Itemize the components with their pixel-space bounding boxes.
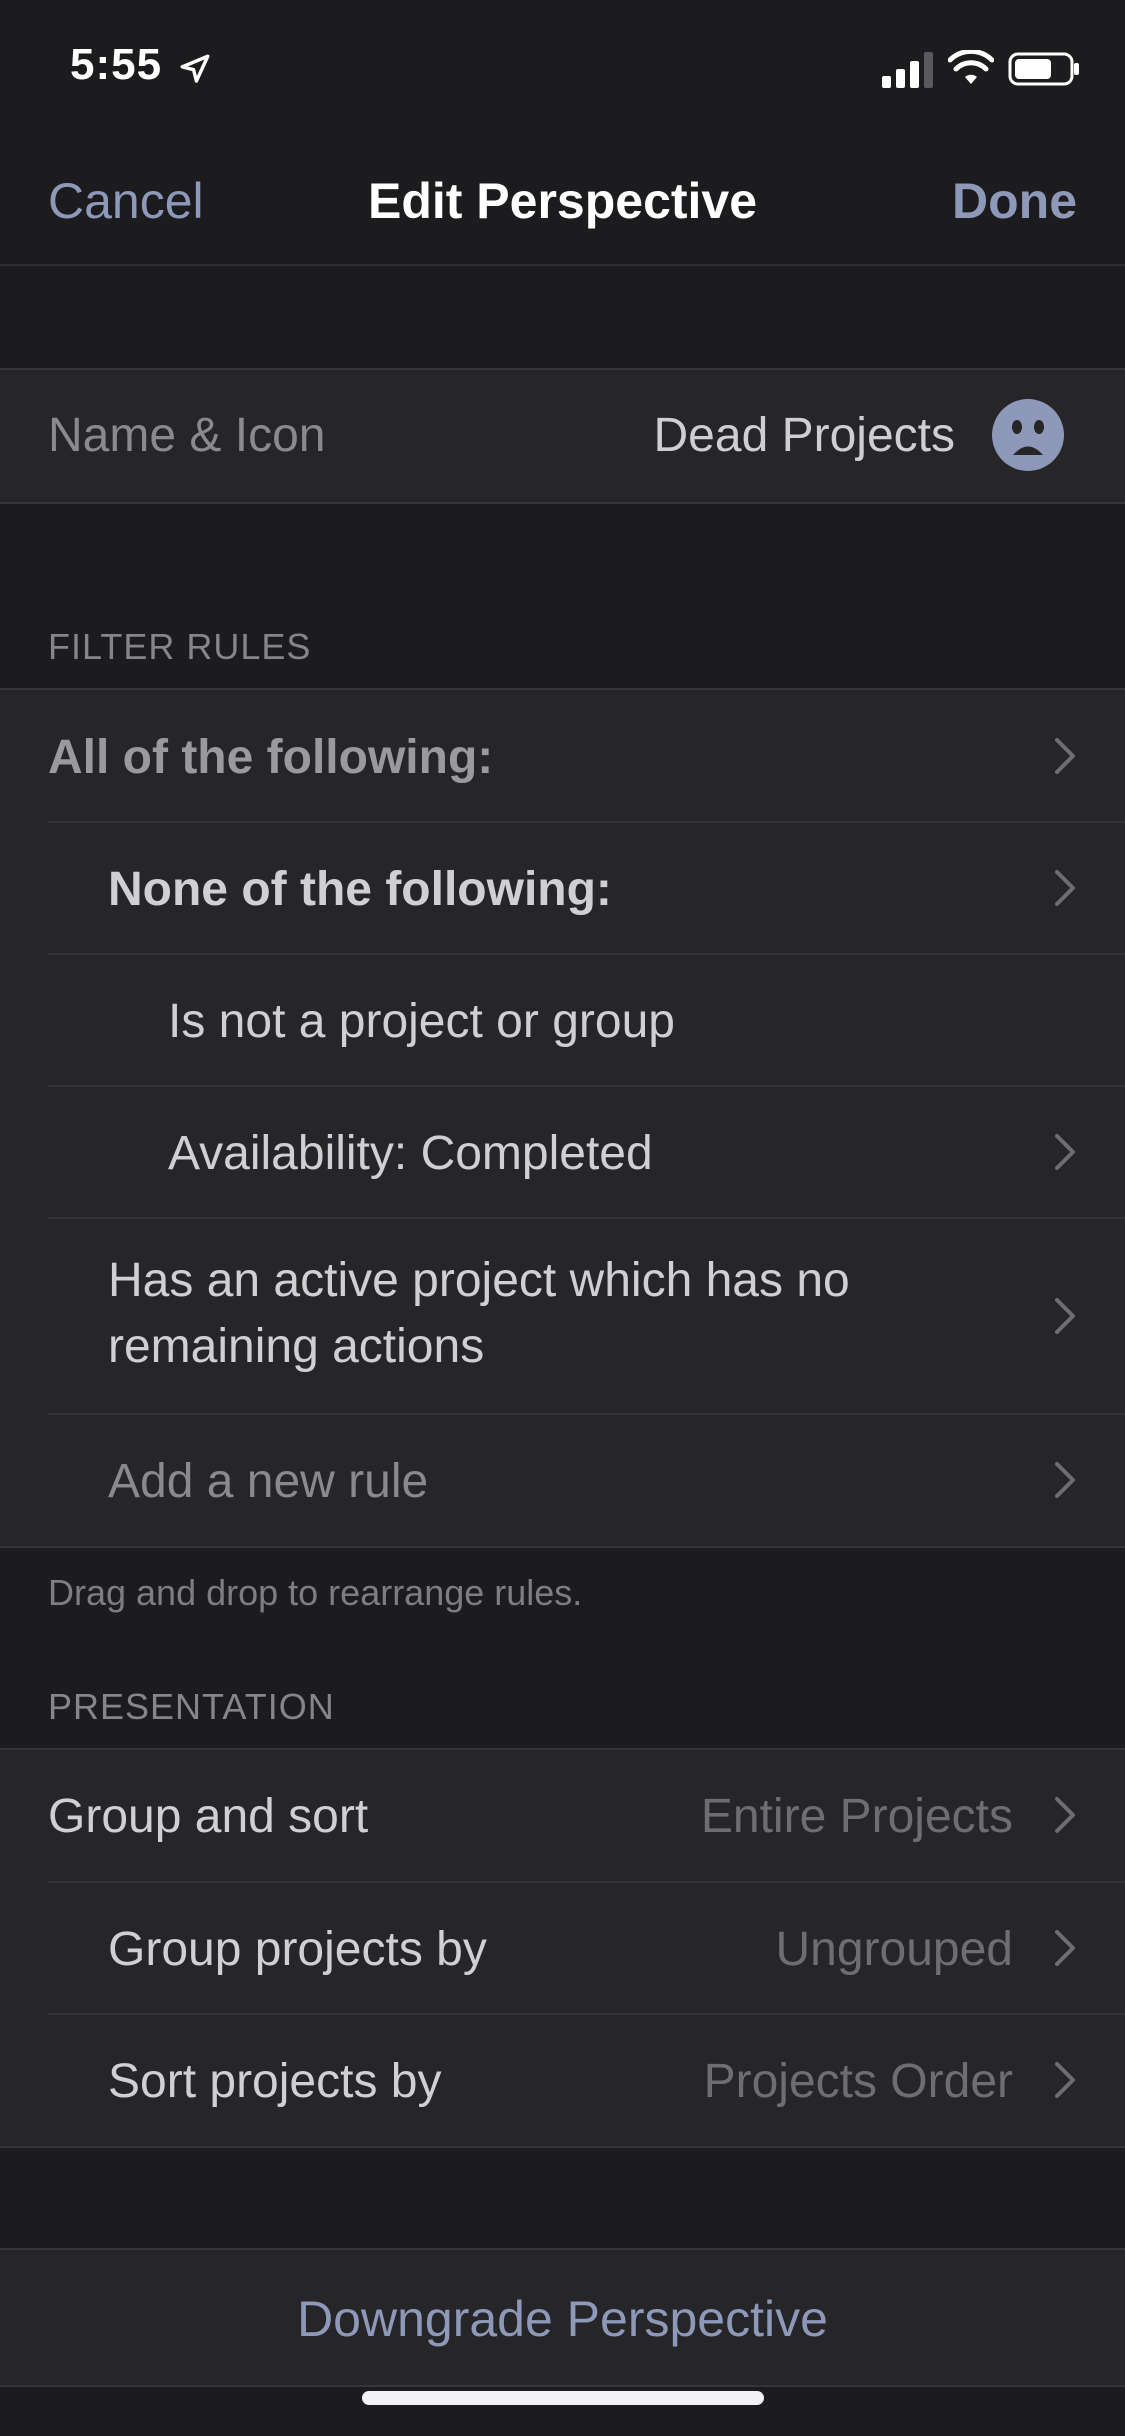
sort-projects-by-label: Sort projects by — [108, 2055, 442, 2108]
chevron-right-icon — [1055, 738, 1075, 774]
location-arrow-icon — [180, 54, 210, 83]
home-indicator[interactable] — [362, 2391, 764, 2405]
done-button[interactable]: Done — [952, 172, 1077, 230]
rule-label-line2: remaining actions — [108, 1320, 485, 1373]
rule-label: Availability: Completed — [168, 1127, 653, 1180]
rule-label-line1: Has an active project which has no — [108, 1254, 850, 1307]
rules-footnote: Drag and drop to rearrange rules. — [48, 1572, 583, 1613]
rule-all-of-following[interactable]: All of the following: — [0, 690, 1125, 822]
rule-label: None of the following: — [108, 863, 612, 916]
chevron-right-icon — [1055, 1930, 1075, 1966]
rule-none-of-following[interactable]: None of the following: — [0, 823, 1125, 954]
wifi-icon — [948, 50, 994, 84]
rule-label: Is not a project or group — [168, 995, 675, 1048]
rule-availability-completed[interactable]: Availability: Completed — [0, 1087, 1125, 1218]
filter-rules-header: FILTER RULES — [48, 626, 312, 667]
group-and-sort-label: Group and sort — [48, 1790, 369, 1843]
presentation-header: PRESENTATION — [48, 1686, 335, 1727]
cellular-signal-icon — [882, 52, 933, 88]
name-icon-row[interactable]: Name & Icon Dead Projects — [0, 368, 1125, 504]
navigation-bar: Edit Perspective Cancel Done — [0, 132, 1125, 266]
chevron-right-icon — [1055, 870, 1075, 906]
group-and-sort-value: Entire Projects — [700, 1790, 1013, 1843]
chevron-right-icon — [1055, 1134, 1075, 1170]
sort-projects-by-value: Projects Order — [703, 2055, 1013, 2108]
name-icon-label: Name & Icon — [48, 409, 326, 462]
filter-rules-list: All of the following: None of the follow… — [0, 688, 1125, 1548]
add-rule-label: Add a new rule — [108, 1455, 429, 1508]
chevron-right-icon — [1055, 1797, 1075, 1833]
rule-label: All of the following: — [48, 731, 494, 784]
rule-not-project-or-group[interactable]: Is not a project or group — [0, 955, 1125, 1086]
perspective-name-value: Dead Projects — [653, 409, 955, 462]
group-projects-by-label: Group projects by — [108, 1923, 487, 1976]
downgrade-perspective-button[interactable]: Downgrade Perspective — [0, 2290, 1125, 2348]
group-projects-by-row[interactable]: Group projects by Ungrouped — [0, 1883, 1125, 2014]
add-new-rule-button[interactable]: Add a new rule — [0, 1415, 1125, 1546]
status-bar: 5:55 — [0, 0, 1125, 132]
group-and-sort-row[interactable]: Group and sort Entire Projects — [0, 1750, 1125, 1881]
group-projects-by-value: Ungrouped — [775, 1923, 1013, 1976]
presentation-list: Group and sort Entire Projects Group pro… — [0, 1748, 1125, 2148]
chevron-right-icon — [1055, 2062, 1075, 2098]
battery-icon — [1008, 52, 1079, 86]
rule-active-project-no-actions[interactable]: Has an active project which has no remai… — [0, 1219, 1125, 1413]
sort-projects-by-row[interactable]: Sort projects by Projects Order — [0, 2015, 1125, 2146]
chevron-right-icon — [1055, 1298, 1075, 1334]
status-time: 5:55 — [70, 40, 163, 89]
downgrade-bar: Downgrade Perspective — [0, 2248, 1125, 2387]
sad-face-icon[interactable] — [991, 398, 1065, 472]
chevron-right-icon — [1055, 1462, 1075, 1498]
cancel-button[interactable]: Cancel — [48, 172, 204, 230]
